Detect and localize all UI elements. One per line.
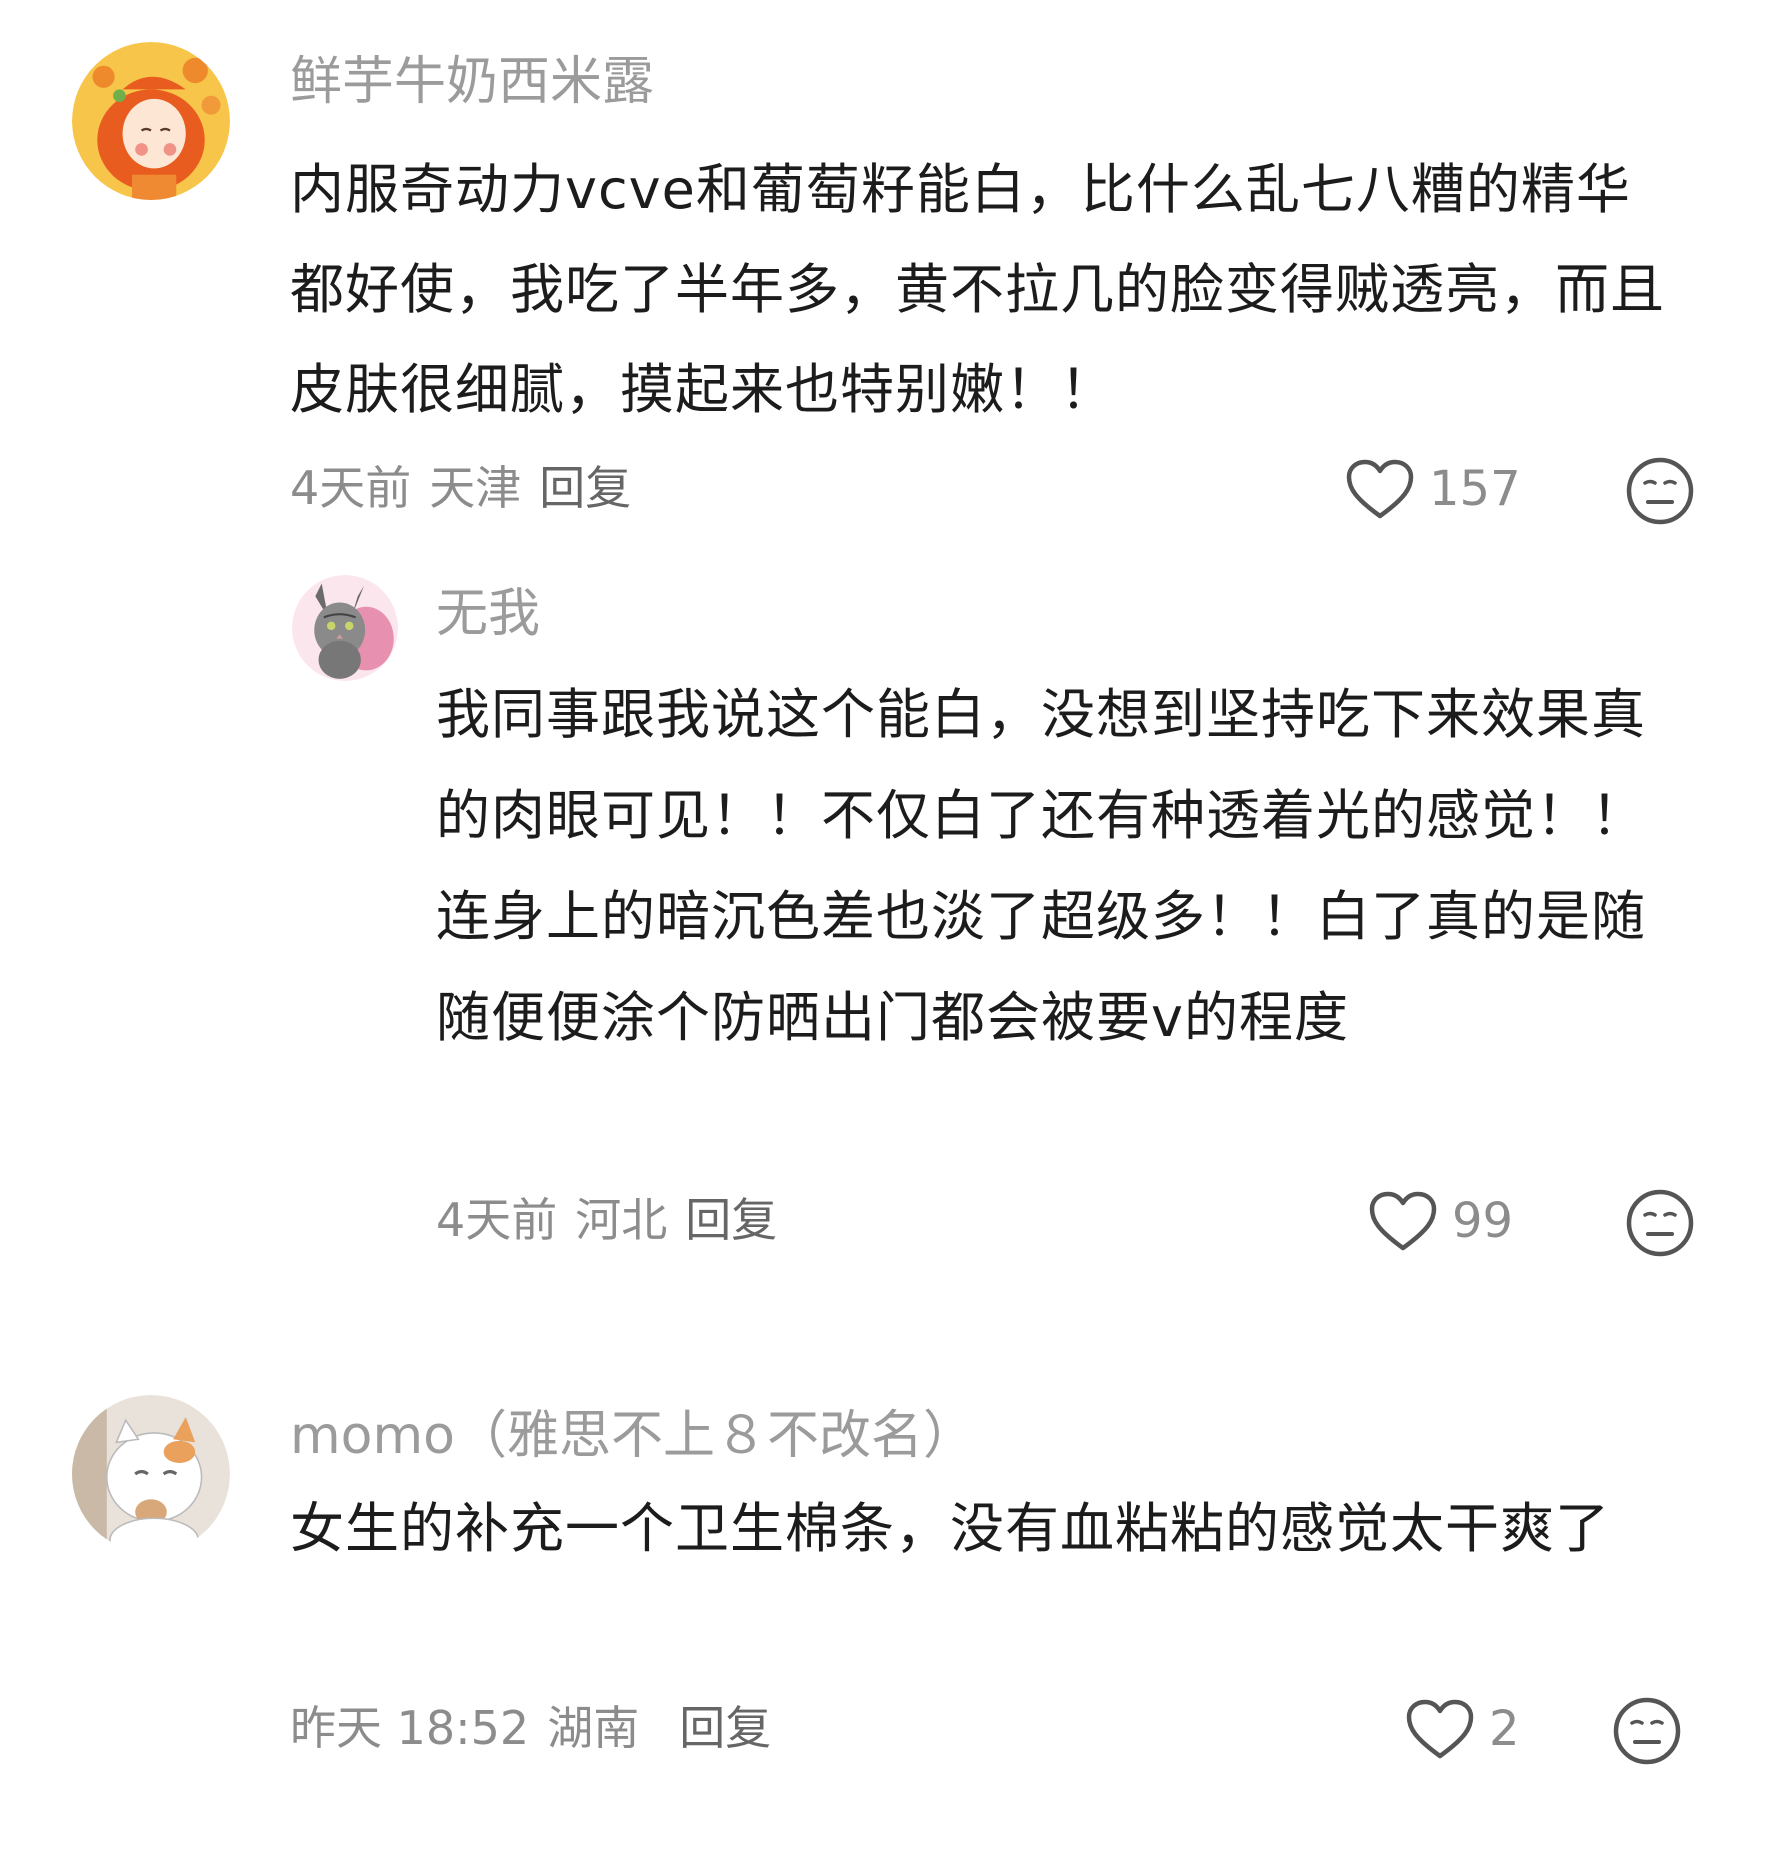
emoji-react-button[interactable] (1625, 1188, 1695, 1258)
reply-button[interactable]: 回复 (685, 1193, 777, 1247)
like-count: 157 (1429, 461, 1521, 517)
heart-outline-icon (1368, 1190, 1438, 1252)
emoji-face-icon (1612, 1696, 1682, 1766)
like-count: 99 (1452, 1193, 1514, 1249)
comment-item: 鲜芋牛奶西米露 内服奇动力vcve和葡萄籽能白，比什么乱七八糟的精华都好使，我吃… (0, 0, 1773, 540)
white-cat-avatar-icon (72, 1395, 230, 1553)
username[interactable]: momo（雅思不上８不改名） (290, 1404, 975, 1468)
comment-text: 内服奇动力vcve和葡萄籽能白，比什么乱七八糟的精华都好使，我吃了半年多，黄不拉… (290, 158, 1665, 421)
like-button[interactable]: 157 (1345, 458, 1521, 520)
location: 河北 (575, 1193, 668, 1247)
comment-meta: 昨天 18:52 湖南 回复 (290, 1698, 789, 1758)
like-button[interactable]: 99 (1368, 1190, 1513, 1252)
timestamp: 4天前 (436, 1193, 558, 1247)
avatar[interactable] (292, 575, 398, 681)
comment-meta: 4天前 天津 回复 (290, 458, 649, 518)
reply-button[interactable]: 回复 (539, 461, 631, 515)
reply-meta: 4天前 河北 回复 (436, 1190, 795, 1250)
orange-girl-avatar-icon (72, 42, 230, 200)
timestamp: 昨天 18:52 (290, 1701, 530, 1755)
avatar[interactable] (72, 1395, 230, 1553)
location: 湖南 (547, 1701, 640, 1755)
emoji-face-icon (1625, 456, 1695, 526)
location: 天津 (429, 461, 522, 515)
like-button[interactable]: 2 (1405, 1698, 1520, 1760)
reply-button[interactable]: 回复 (679, 1701, 771, 1755)
emoji-react-button[interactable] (1612, 1696, 1682, 1766)
reply-text: 我同事跟我说这个能白，没想到坚持吃下来效果真的肉眼可见！！不仅白了还有种透着光的… (436, 683, 1646, 1049)
comment-item: momo（雅思不上８不改名） 女生的补充一个卫生棉条，没有血粘粘的感觉太干爽了 … (0, 1380, 1773, 1866)
reply-item: 无我 我同事跟我说这个能白，没想到坚持吃下来效果真的肉眼可见！！不仅白了还有种透… (0, 540, 1773, 1300)
emoji-face-icon (1625, 1188, 1695, 1258)
username[interactable]: 鲜芋牛奶西米露 (290, 50, 654, 114)
heart-outline-icon (1345, 458, 1415, 520)
username[interactable]: 无我 (436, 582, 540, 646)
heart-outline-icon (1405, 1698, 1475, 1760)
like-count: 2 (1489, 1701, 1520, 1757)
cat-avatar-icon (292, 575, 398, 681)
avatar[interactable] (72, 42, 230, 200)
emoji-react-button[interactable] (1625, 456, 1695, 526)
comment-text: 女生的补充一个卫生棉条，没有血粘粘的感觉太干爽了 (290, 1497, 1610, 1560)
timestamp: 4天前 (290, 461, 412, 515)
